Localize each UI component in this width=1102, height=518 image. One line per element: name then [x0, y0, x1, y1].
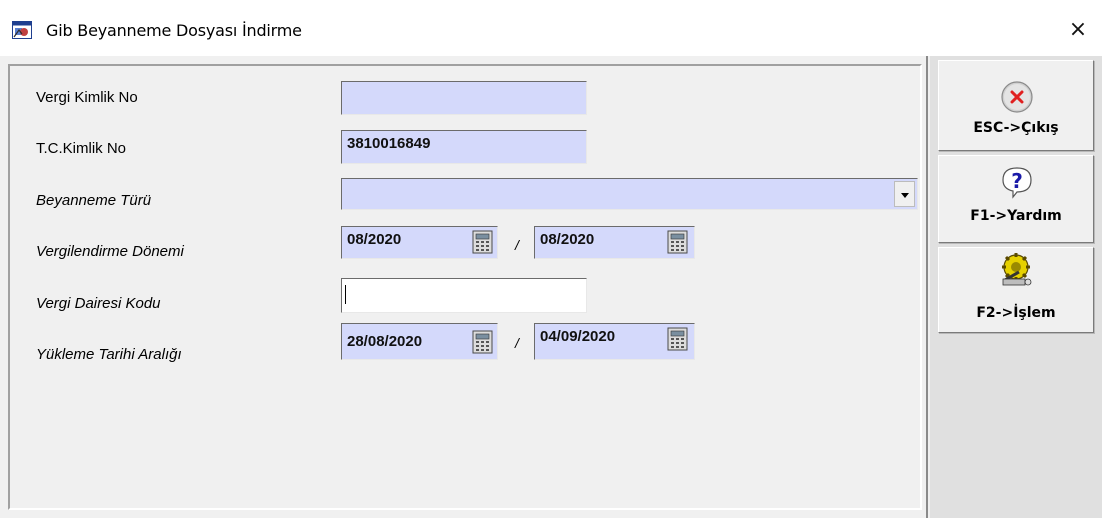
calendar-icon[interactable] — [472, 229, 494, 255]
window-title: Gib Beyanneme Dosyası İndirme — [46, 21, 302, 40]
help-button[interactable]: ? F1->Yardım — [938, 155, 1094, 243]
upload-end-value: 04/09/2020 — [540, 328, 616, 345]
close-circle-icon — [1001, 81, 1033, 113]
calendar-icon[interactable] — [667, 326, 689, 352]
tckn-label: T.C.Kimlik No — [36, 140, 127, 157]
upload-separator: / — [515, 335, 519, 351]
exit-button[interactable]: ESC->Çıkış — [938, 60, 1094, 151]
process-button[interactable]: F2->İşlem — [938, 247, 1094, 333]
tax-office-label: Vergi Dairesi Kodu — [36, 295, 161, 312]
help-icon: ? — [1002, 167, 1032, 199]
exit-button-label: ESC->Çıkış — [973, 120, 1059, 136]
period-label: Vergilendirme Dönemi — [36, 243, 184, 260]
beyan-type-select[interactable] — [341, 178, 918, 210]
process-button-label: F2->İşlem — [976, 305, 1056, 321]
upload-start-value: 28/08/2020 — [347, 333, 423, 350]
tckn-input[interactable]: 3810016849 — [341, 130, 587, 164]
svg-text:?: ? — [1011, 169, 1023, 193]
period-start-value: 08/2020 — [347, 231, 402, 248]
period-end-value: 08/2020 — [540, 231, 595, 248]
upload-start-input[interactable]: 28/08/2020 — [341, 323, 498, 360]
help-button-label: F1->Yardım — [970, 208, 1062, 224]
panel-separator — [926, 56, 928, 518]
calendar-icon[interactable] — [472, 329, 494, 355]
gear-tool-icon — [1002, 253, 1032, 286]
text-caret — [345, 285, 346, 304]
tax-office-input[interactable] — [341, 278, 587, 313]
calendar-icon[interactable] — [667, 229, 689, 255]
vkn-input[interactable] — [341, 81, 587, 115]
chevron-down-icon — [901, 193, 909, 198]
period-separator: / — [515, 237, 519, 253]
period-start-input[interactable]: 08/2020 — [341, 226, 498, 259]
close-button[interactable]: × — [1060, 12, 1096, 48]
title-bar: Gib Beyanneme Dosyası İndirme × — [0, 0, 1102, 60]
period-end-input[interactable]: 08/2020 — [534, 226, 695, 259]
dropdown-button[interactable] — [894, 181, 915, 207]
upload-end-input[interactable]: 04/09/2020 — [534, 323, 695, 360]
beyan-type-label: Beyanneme Türü — [36, 192, 152, 209]
app-window-icon — [12, 21, 32, 39]
vkn-label: Vergi Kimlik No — [36, 89, 138, 106]
upload-range-label: Yükleme Tarihi Aralığı — [36, 346, 182, 363]
